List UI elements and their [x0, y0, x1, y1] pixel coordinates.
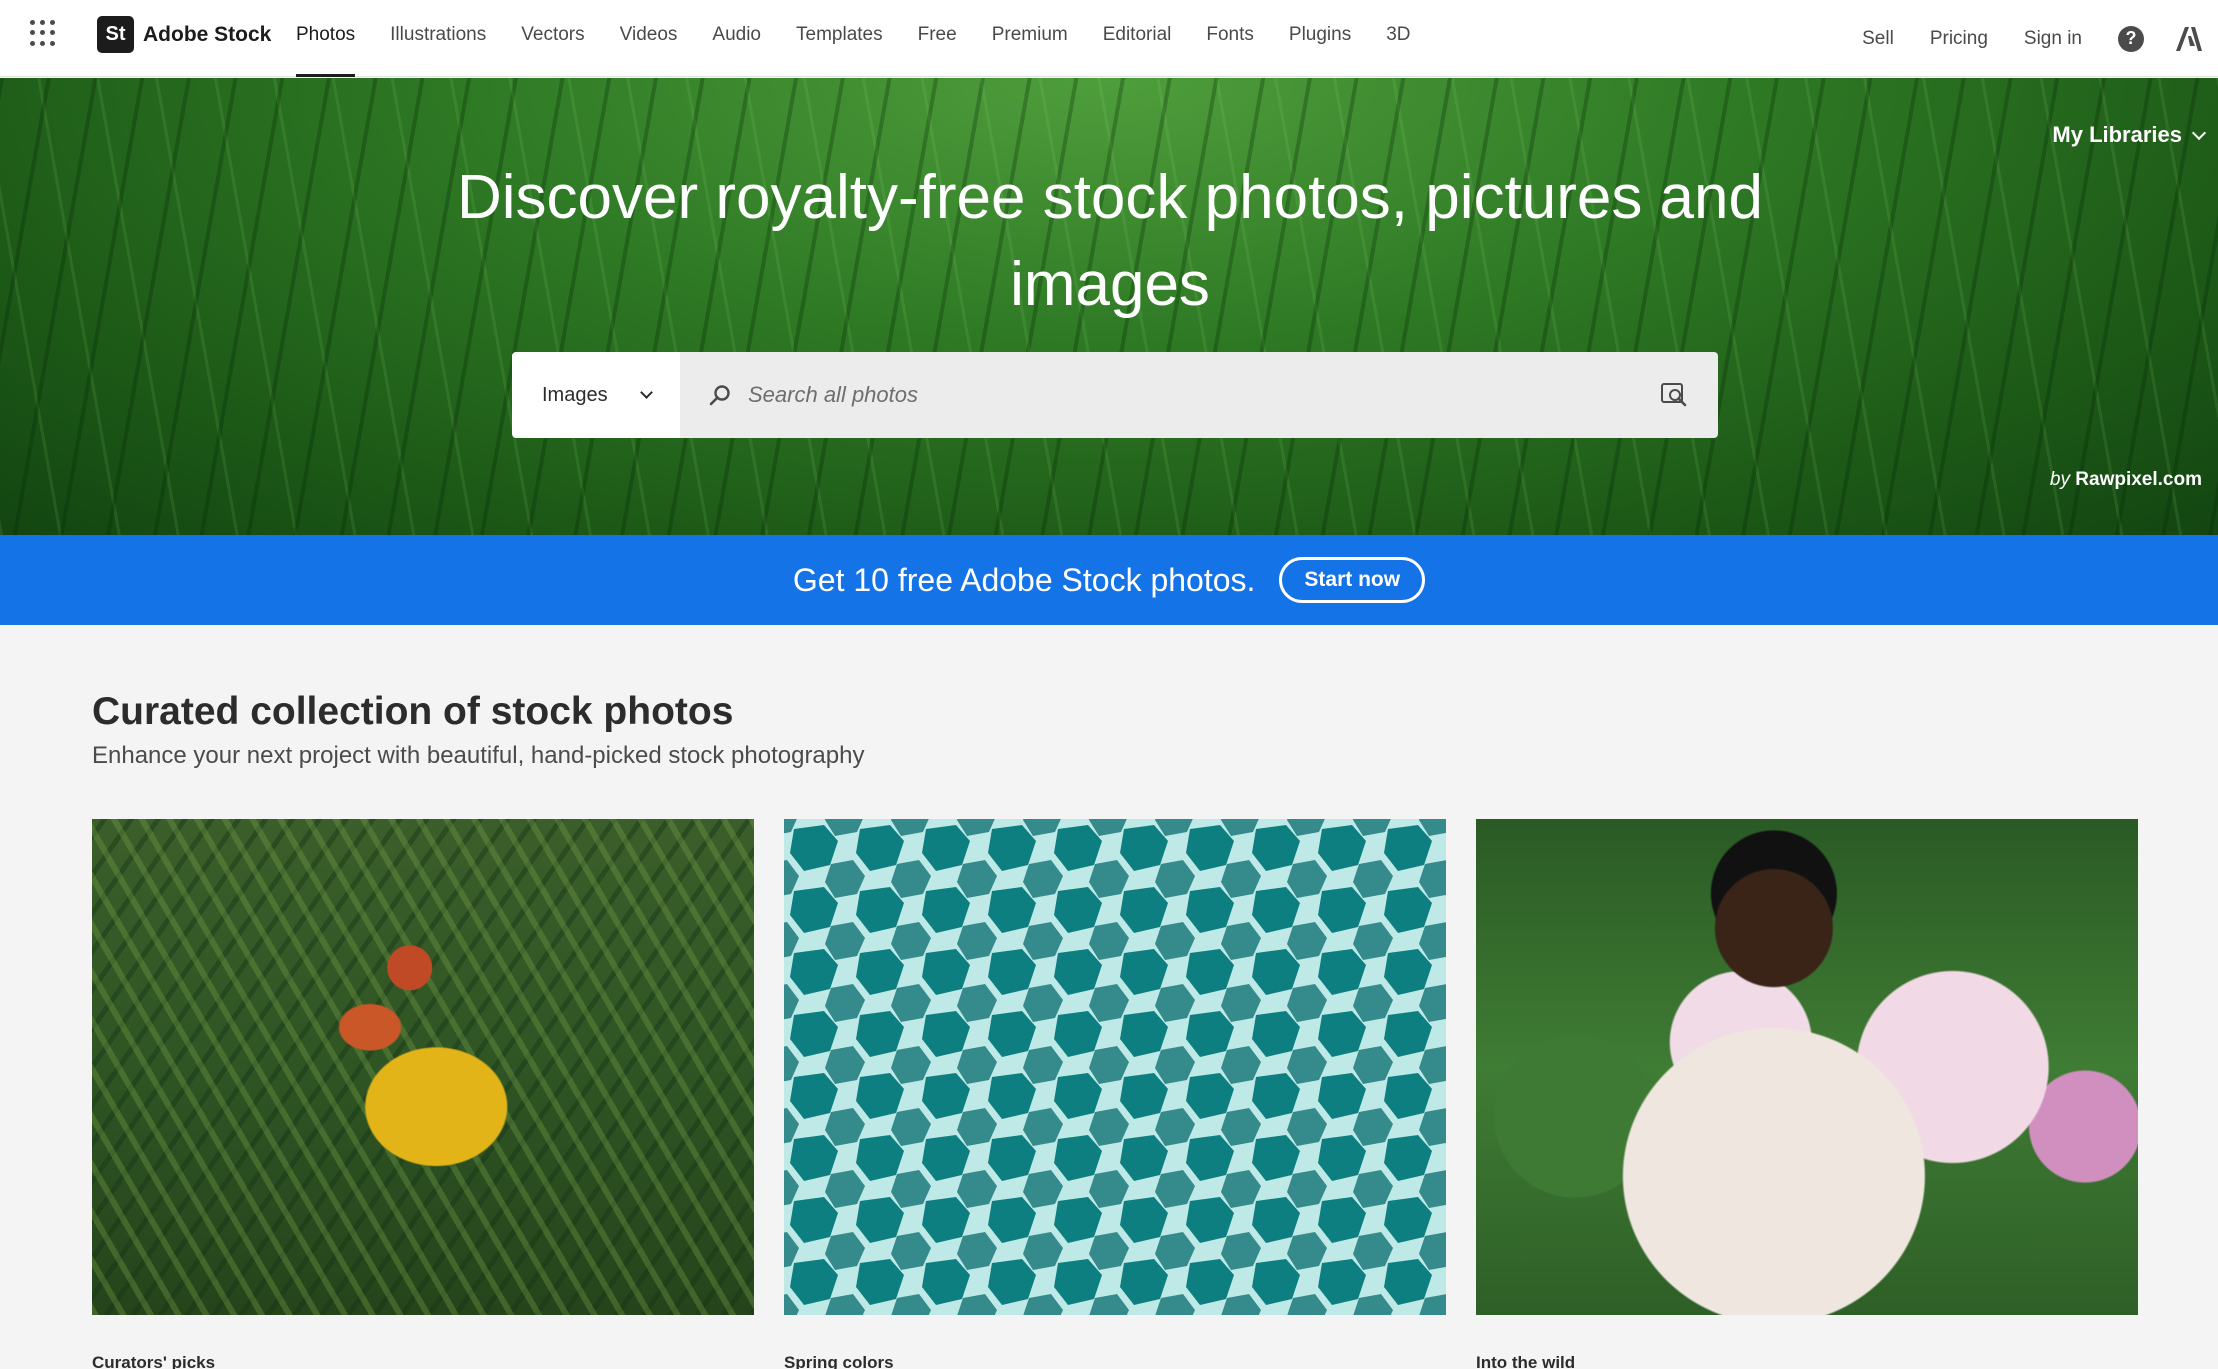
- sign-in-link[interactable]: Sign in: [2024, 28, 2082, 50]
- search-input[interactable]: [748, 352, 1648, 438]
- app-switcher-icon[interactable]: [30, 20, 56, 46]
- adobe-icon[interactable]: [2176, 26, 2202, 51]
- search-type-dropdown[interactable]: Images: [512, 352, 680, 438]
- nav-link-editorial[interactable]: Editorial: [1103, 0, 1172, 77]
- sell-link[interactable]: Sell: [1862, 28, 1894, 50]
- help-icon[interactable]: ?: [2118, 25, 2144, 52]
- nav-link-illustrations[interactable]: Illustrations: [390, 0, 486, 77]
- adobe-stock-logo[interactable]: St Adobe Stock: [97, 16, 271, 53]
- search-type-label: Images: [542, 383, 608, 406]
- section-title: Curated collection of stock photos: [92, 690, 734, 733]
- card-label[interactable]: Curators' picks: [92, 1353, 754, 1369]
- my-libraries-label: My Libraries: [2052, 122, 2182, 147]
- spring-colors-image[interactable]: [784, 819, 1446, 1315]
- top-nav: St Adobe Stock Photos Illustrations Vect…: [0, 0, 2218, 77]
- search-bar: Images: [512, 352, 1718, 438]
- search-icon: [709, 385, 730, 406]
- nav-link-3d[interactable]: 3D: [1386, 0, 1410, 77]
- collection-cards: Curators' picks Spring colors Into the w…: [92, 819, 2138, 1369]
- nav-link-free[interactable]: Free: [918, 0, 957, 77]
- nav-link-videos[interactable]: Videos: [620, 0, 678, 77]
- nav-link-vectors[interactable]: Vectors: [521, 0, 584, 77]
- nav-link-fonts[interactable]: Fonts: [1206, 0, 1254, 77]
- nav-link-templates[interactable]: Templates: [796, 0, 883, 77]
- promo-banner: Get 10 free Adobe Stock photos. Start no…: [0, 535, 2218, 625]
- card-label[interactable]: Into the wild: [1476, 1353, 2138, 1369]
- logo-text: Adobe Stock: [143, 22, 272, 46]
- my-libraries-button[interactable]: My Libraries: [2052, 122, 2207, 148]
- section-subtitle: Enhance your next project with beautiful…: [92, 742, 865, 769]
- nav-links: Photos Illustrations Vectors Videos Audi…: [296, 0, 1446, 77]
- pricing-link[interactable]: Pricing: [1930, 28, 1988, 50]
- promo-text: Get 10 free Adobe Stock photos.: [792, 561, 1256, 598]
- nav-link-audio[interactable]: Audio: [712, 0, 761, 77]
- search-field: [680, 352, 1718, 438]
- image-credit: by Rawpixel.com: [2050, 469, 2202, 491]
- chevron-down-icon: [2191, 125, 2207, 140]
- nav-right: Sell Pricing Sign in ?: [1862, 0, 2218, 77]
- collection-card[interactable]: Curators' picks: [92, 819, 754, 1369]
- into-the-wild-image[interactable]: [1476, 819, 2138, 1315]
- nav-link-premium[interactable]: Premium: [992, 0, 1068, 77]
- collection-card[interactable]: Spring colors: [784, 819, 1446, 1369]
- logo-mark: St: [97, 16, 134, 53]
- nav-link-plugins[interactable]: Plugins: [1289, 0, 1351, 77]
- credit-by: by: [2049, 469, 2070, 490]
- hero-banner: My Libraries Discover royalty-free stock…: [0, 78, 2218, 535]
- collection-card[interactable]: Into the wild: [1476, 819, 2138, 1369]
- nav-link-photos[interactable]: Photos: [296, 0, 356, 77]
- card-label[interactable]: Spring colors: [784, 1353, 1446, 1369]
- chevron-down-icon: [639, 386, 653, 399]
- teal-pattern-image: [784, 819, 1446, 1315]
- curators-picks-image[interactable]: [92, 819, 754, 1315]
- start-now-button[interactable]: Start now: [1279, 557, 1426, 603]
- credit-name[interactable]: Rawpixel.com: [2075, 469, 2202, 490]
- hero-title: Discover royalty-free stock photos, pict…: [457, 163, 1763, 319]
- visual-search-icon[interactable]: [1660, 380, 1688, 408]
